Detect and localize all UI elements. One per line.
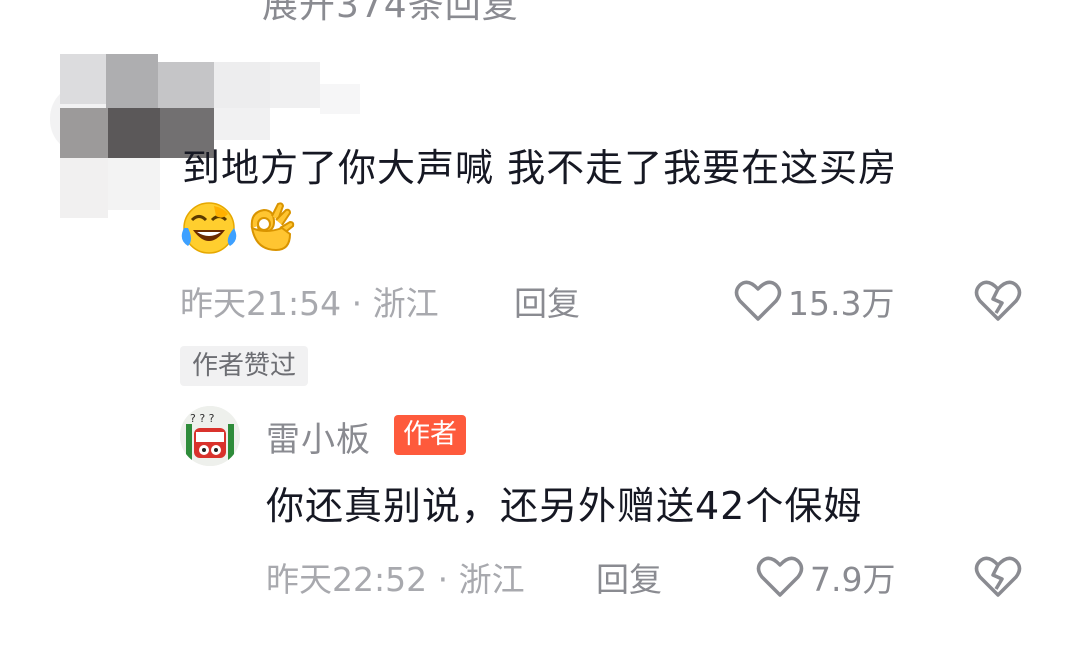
reply-avatar[interactable]: ? ? ?	[180, 406, 240, 466]
comment-thread: 展开374条回复 到地方了你大声喊 我不走了我要在这买房 昨天21:54 · 浙…	[0, 0, 1080, 656]
author-badge: 作者	[394, 415, 466, 455]
avatar-image: ? ? ?	[180, 406, 240, 466]
reply-meta-row: 昨天22:52 · 浙江 回复 7.9万	[266, 552, 1040, 602]
comment-like-count: 15.3万	[788, 284, 895, 323]
reply-text: 你还真别说，还另外赠送42个保姆	[266, 484, 863, 528]
reply-time-location: 昨天22:52 · 浙江	[266, 560, 525, 599]
ok-hand-emoji	[250, 202, 295, 252]
comment-like-button[interactable]: 15.3万	[734, 277, 894, 325]
heart-icon	[756, 556, 804, 597]
reply-like-button[interactable]: 7.9万	[756, 553, 895, 601]
reply-reply-button[interactable]: 回复	[596, 553, 662, 601]
broken-heart-icon[interactable]	[974, 279, 1022, 323]
svg-text:? ? ?: ? ? ?	[190, 412, 215, 425]
comment-emojis	[180, 198, 300, 258]
comment-reply-button[interactable]: 回复	[514, 277, 580, 325]
comment-meta-row: 昨天21:54 · 浙江 回复 15.3万	[180, 276, 1040, 326]
laughing-crying-emoji	[181, 202, 237, 254]
expand-replies-link[interactable]: 展开374条回复	[262, 0, 519, 28]
comment-text: 到地方了你大声喊 我不走了我要在这买房	[182, 146, 898, 190]
author-liked-badge: 作者赞过	[180, 346, 309, 386]
heart-icon	[734, 280, 782, 321]
reply-author-name[interactable]: 雷小板	[266, 412, 371, 461]
reply-like-count: 7.9万	[810, 560, 896, 599]
comment-time-location: 昨天21:54 · 浙江	[180, 284, 439, 323]
broken-heart-icon[interactable]	[974, 555, 1022, 599]
